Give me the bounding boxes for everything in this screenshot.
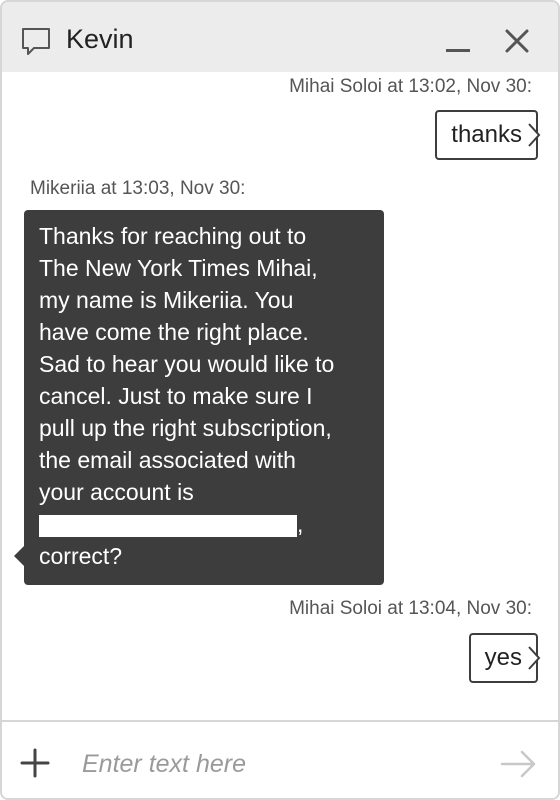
message-line: , [39, 508, 370, 540]
bubble-tail [528, 123, 541, 147]
message-meta: Mikeriia at 13:03, Nov 30: [30, 178, 246, 199]
chat-bubble-icon [22, 28, 50, 55]
message-meta: Mihai Soloi at 13:04, Nov 30: [289, 598, 532, 619]
message-input[interactable] [82, 744, 472, 784]
plus-icon[interactable] [20, 748, 50, 778]
message-line: correct? [39, 543, 123, 569]
message-text: , [297, 511, 304, 537]
message-line: Thanks for reaching out to [39, 223, 307, 249]
composer-bar [2, 720, 558, 798]
minimize-icon[interactable] [444, 22, 474, 54]
incoming-message-bubble: Thanks for reaching out to The New York … [14, 210, 384, 585]
message-line: the email associated with [39, 447, 296, 473]
message-line: have come the right place. [39, 319, 309, 345]
chat-window: Kevin Mihai Soloi at 13:02, Nov 30: than… [0, 0, 560, 800]
message-meta: Mihai Soloi at 13:02, Nov 30: [289, 76, 532, 97]
chat-header: Kevin [2, 2, 558, 72]
message-line: your account is [39, 479, 194, 505]
outgoing-message-bubble: thanks [435, 110, 541, 160]
bubble-tail [528, 646, 541, 670]
message-text: thanks [451, 121, 522, 148]
message-line: cancel. Just to make sure I [39, 383, 313, 409]
close-icon[interactable] [502, 26, 532, 56]
bubble-tail [14, 546, 24, 566]
chat-title: Kevin [66, 24, 134, 54]
send-arrow-icon[interactable] [500, 748, 538, 780]
message-line: Sad to hear you would like to [39, 351, 335, 377]
outgoing-message-bubble: yes [468, 633, 541, 683]
message-line: my name is Mikeriia. You [39, 287, 294, 313]
redacted-email [39, 514, 297, 537]
message-line: The New York Times Mihai, [39, 255, 318, 281]
message-line: pull up the right subscription, [39, 415, 332, 441]
message-list[interactable]: Mihai Soloi at 13:02, Nov 30: thanks Mik… [2, 72, 558, 720]
message-text: yes [484, 644, 522, 671]
